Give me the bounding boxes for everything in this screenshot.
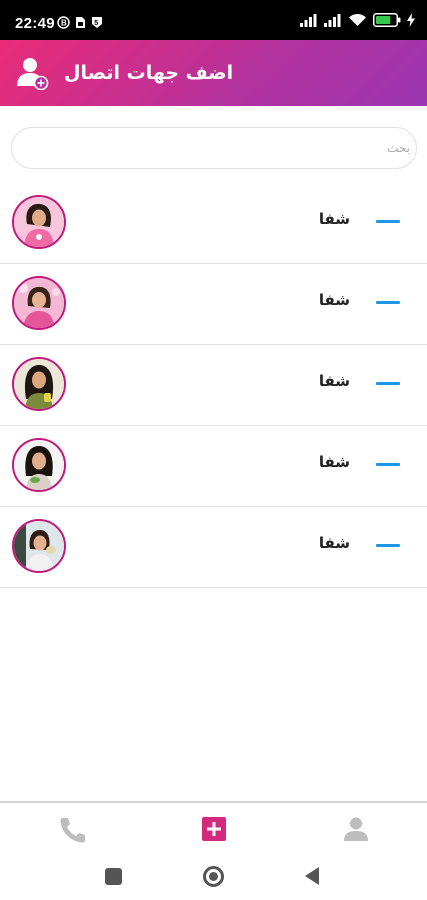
svg-text:B: B	[61, 18, 67, 27]
page-title: اضف جهات اتصال	[64, 62, 234, 84]
avatar-photo	[14, 359, 64, 409]
contact-name: شفا	[318, 372, 350, 390]
add-contact-icon[interactable]	[16, 56, 50, 90]
minus-icon	[376, 463, 400, 466]
back-icon[interactable]	[305, 867, 319, 885]
sim-card-icon	[76, 16, 85, 28]
remove-contact-button[interactable]	[366, 373, 408, 395]
avatar	[12, 357, 66, 411]
svg-text:5: 5	[94, 20, 98, 27]
nav-calls[interactable]	[55, 813, 89, 845]
contact-row[interactable]: شفا	[0, 426, 427, 507]
remove-contact-button[interactable]	[366, 292, 408, 314]
avatar-photo	[14, 440, 64, 490]
remove-contact-button[interactable]	[366, 454, 408, 476]
wifi-icon	[349, 13, 366, 26]
bottom-nav	[0, 801, 427, 853]
avatar	[12, 276, 66, 330]
remove-contact-button[interactable]	[366, 535, 408, 557]
contact-row[interactable]: شفا	[0, 507, 427, 588]
avatar-photo	[14, 197, 64, 247]
avatar-photo	[14, 278, 64, 328]
status-left-icons: B 5	[57, 15, 103, 29]
minus-icon	[376, 382, 400, 385]
status-right-icons	[300, 13, 415, 27]
app-header: اضف جهات اتصال	[0, 40, 427, 106]
minus-icon	[376, 544, 400, 547]
system-nav	[0, 853, 427, 900]
avatar	[12, 195, 66, 249]
search-input[interactable]	[26, 128, 410, 168]
contact-row[interactable]: شفا	[0, 345, 427, 426]
shield-5-icon: 5	[92, 16, 102, 28]
avatar-photo	[14, 521, 64, 571]
minus-icon	[376, 301, 400, 304]
battery-icon	[373, 13, 401, 27]
nav-add[interactable]	[197, 813, 231, 845]
avatar	[12, 438, 66, 492]
phone-icon	[60, 818, 85, 843]
signal-icon	[300, 14, 317, 27]
contact-name: شفا	[318, 210, 350, 228]
contact-list: شفا شفا شفا شفا شفا	[0, 183, 427, 588]
charging-bolt-icon	[407, 13, 415, 27]
screen: 22:49 B 5 اضف جهات اتصال بحث شفا شفا شفا…	[0, 0, 427, 900]
remove-contact-button[interactable]	[366, 211, 408, 233]
contact-row[interactable]: شفا	[0, 264, 427, 345]
contact-row[interactable]: شفا	[0, 183, 427, 264]
signal-icon	[324, 14, 341, 27]
nav-profile[interactable]	[339, 813, 373, 845]
person-icon	[344, 817, 368, 841]
recent-apps-icon[interactable]	[105, 868, 122, 885]
contact-name: شفا	[318, 534, 350, 552]
add-square-icon	[202, 817, 226, 841]
contact-name: شفا	[318, 453, 350, 471]
circle-b-icon: B	[57, 15, 70, 29]
status-time: 22:49	[15, 15, 55, 32]
search-box[interactable]	[11, 127, 417, 169]
avatar	[12, 519, 66, 573]
minus-icon	[376, 220, 400, 223]
contact-name: شفا	[318, 291, 350, 309]
home-icon[interactable]	[203, 866, 224, 887]
status-bar: 22:49 B 5	[0, 0, 427, 40]
